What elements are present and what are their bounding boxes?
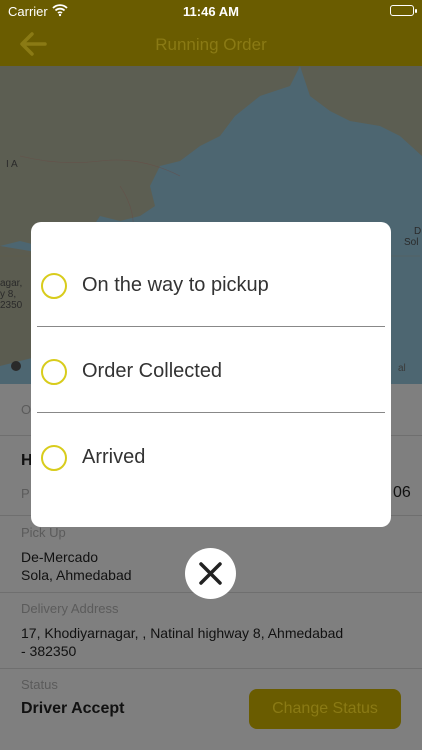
page-title: Running Order	[155, 35, 267, 54]
status-selection-dialog: On the way to pickup Order Collected Arr…	[31, 222, 391, 527]
price-label: P	[21, 486, 30, 501]
option-label: On the way to pickup	[82, 274, 269, 296]
map-label-sol: Sol	[404, 237, 419, 248]
map-label-ia: I A	[6, 159, 18, 170]
option-arrived[interactable]: Arrived	[31, 427, 391, 487]
battery-icon	[390, 5, 417, 16]
delivery-line-1: 17, Khodiyarnagar, , Natinal highway 8, …	[21, 625, 344, 641]
amount-value: 06	[393, 484, 411, 501]
divider	[37, 326, 385, 327]
map-label-address-2: y 8,	[0, 289, 17, 300]
delivery-line-2: - 382350	[21, 643, 77, 659]
option-label: Order Collected	[82, 360, 223, 382]
map-label-address-3: 2350	[0, 300, 23, 311]
option-on-the-way-to-pickup[interactable]: On the way to pickup	[31, 255, 391, 315]
apple-maps-logo-icon	[10, 360, 22, 372]
status-label: Status	[21, 677, 58, 692]
divider	[37, 412, 385, 413]
pickup-line-2: Sola, Ahmedabad	[21, 567, 132, 583]
option-order-collected[interactable]: Order Collected	[31, 341, 391, 401]
change-status-button[interactable]: Change Status	[249, 689, 401, 729]
radio-button[interactable]	[41, 273, 67, 299]
map-label-address-1: agar,	[0, 278, 23, 289]
status-value: Driver Accept	[21, 700, 125, 717]
status-bar: Carrier 11:46 AM	[0, 0, 422, 22]
close-dialog-button[interactable]	[185, 548, 236, 599]
pickup-line-1: De-Mercado	[21, 549, 99, 565]
map-legal-label[interactable]: al	[398, 363, 406, 374]
map-label-de: D	[414, 226, 422, 237]
clock: 11:46 AM	[183, 4, 239, 19]
divider	[0, 668, 422, 669]
option-label: Arrived	[82, 446, 146, 468]
delivery-label: Delivery Address	[21, 601, 119, 616]
close-icon	[199, 562, 222, 585]
order-label: O	[21, 402, 32, 417]
pickup-label: Pick Up	[21, 525, 66, 540]
radio-button[interactable]	[41, 445, 67, 471]
navigation-bar: Running Order	[0, 22, 422, 66]
radio-button[interactable]	[41, 359, 67, 385]
